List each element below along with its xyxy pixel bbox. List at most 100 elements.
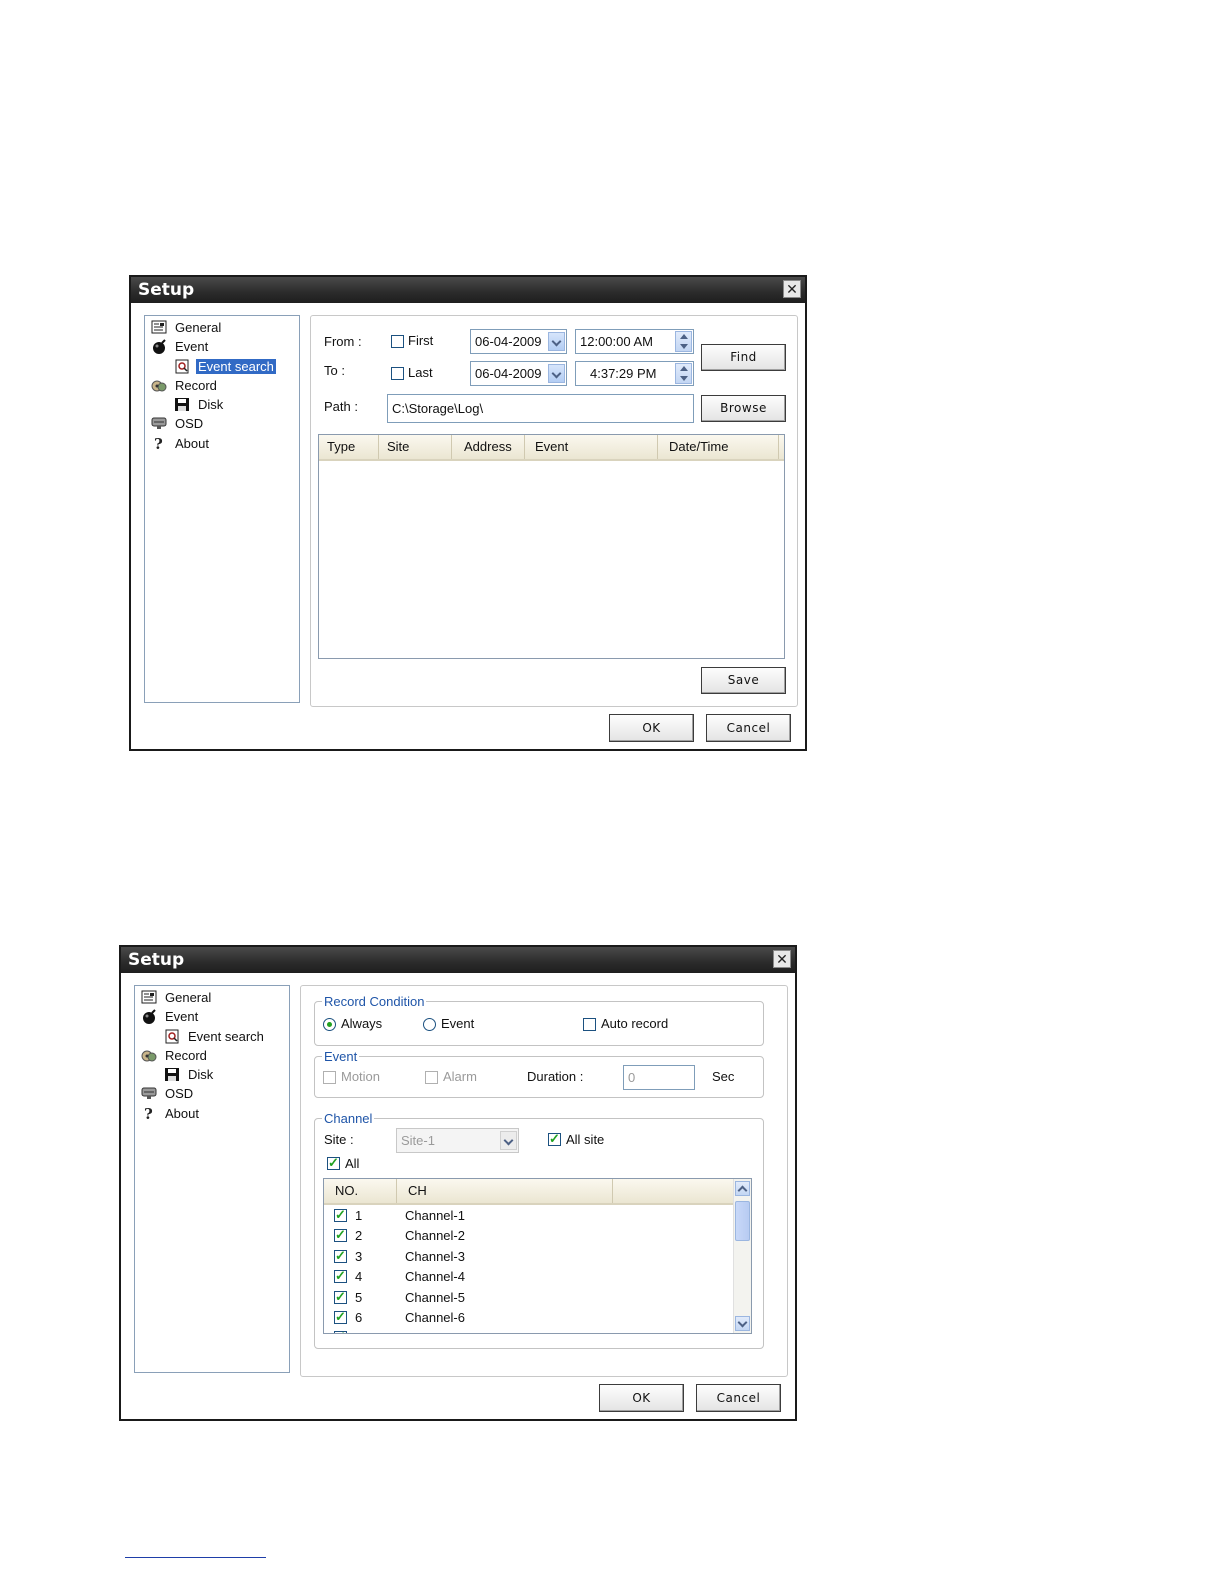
tree-label: About: [175, 435, 209, 451]
close-button[interactable]: ✕: [773, 950, 791, 968]
channel-checkbox[interactable]: [334, 1289, 347, 1305]
path-input[interactable]: C:\Storage\Log\: [387, 394, 694, 423]
browse-button[interactable]: Browse: [701, 395, 786, 422]
osd-monitor-icon: [151, 417, 167, 430]
from-time-spinner[interactable]: 12:00:00 AM: [575, 329, 694, 354]
event-search-icon: [175, 359, 189, 374]
scroll-thumb[interactable]: [735, 1201, 750, 1241]
tree-label: About: [165, 1105, 199, 1121]
event-group: Event Motion Alarm Duration : 0 Sec: [314, 1049, 764, 1098]
ok-button[interactable]: OK: [609, 714, 694, 742]
channel-no: 5: [355, 1290, 363, 1305]
list-item[interactable]: 5 Channel-5: [324, 1288, 751, 1308]
last-checkbox[interactable]: [391, 367, 404, 380]
chevron-down-icon[interactable]: [500, 1131, 517, 1150]
close-button[interactable]: ✕: [783, 280, 801, 298]
footnote-separator-line: [125, 1557, 266, 1558]
tree-item-osd[interactable]: OSD: [141, 1084, 195, 1102]
event-radio-label: Event: [441, 1016, 475, 1031]
settings-tree: General Event Event search Record Disk O…: [134, 985, 290, 1373]
column-type[interactable]: Type: [319, 435, 379, 459]
site-select[interactable]: Site-1: [396, 1128, 519, 1153]
tree-label: General: [165, 989, 212, 1005]
column-ch[interactable]: CH: [397, 1179, 613, 1203]
list-item[interactable]: 1 Channel-1: [324, 1206, 751, 1226]
list-item[interactable]: 6 Channel-6: [324, 1308, 751, 1328]
tree-item-record[interactable]: Record: [141, 1046, 209, 1064]
column-site[interactable]: Site: [379, 435, 452, 459]
channel-checkbox[interactable]: [334, 1309, 347, 1325]
to-time-spinner[interactable]: 4:37:29 PM: [575, 361, 694, 386]
auto-record-checkbox[interactable]: [583, 1018, 596, 1031]
event-results-list[interactable]: Type Site Address Event Date/Time: [318, 434, 785, 659]
floppy-disk-icon: [165, 1068, 179, 1082]
all-channels-checkbox[interactable]: [327, 1155, 340, 1171]
motion-checkbox[interactable]: [323, 1071, 336, 1084]
list-item[interactable]: 4 Channel-4: [324, 1267, 751, 1287]
title-bar[interactable]: Setup ✕: [121, 947, 795, 973]
tree-item-disk[interactable]: Disk: [174, 395, 225, 413]
event-radio[interactable]: [423, 1018, 436, 1031]
tree-item-osd[interactable]: OSD: [151, 414, 205, 432]
channel-legend: Channel: [324, 1111, 373, 1126]
scroll-up-icon[interactable]: [735, 1181, 750, 1196]
tree-label: General: [175, 319, 222, 335]
tree-item-event[interactable]: Event: [141, 1007, 200, 1025]
tree-item-about[interactable]: ? About: [151, 434, 211, 452]
always-radio[interactable]: [323, 1018, 336, 1031]
tree-item-record[interactable]: Record: [151, 376, 219, 394]
duration-input[interactable]: 0: [623, 1065, 695, 1090]
channel-name: Channel-3: [405, 1249, 465, 1264]
all-site-checkbox[interactable]: [548, 1131, 561, 1147]
tree-item-event-search[interactable]: Event search: [174, 357, 276, 375]
site-select-value: Site-1: [401, 1133, 435, 1148]
scroll-down-icon[interactable]: [735, 1316, 750, 1331]
event-bomb-icon: [153, 339, 166, 355]
channel-checkbox[interactable]: [334, 1227, 347, 1243]
event-group-legend: Event: [324, 1049, 358, 1064]
find-button[interactable]: Find: [701, 344, 786, 371]
about-question-icon: ?: [144, 1106, 153, 1121]
column-date-time[interactable]: Date/Time: [658, 435, 779, 459]
cancel-button[interactable]: Cancel: [696, 1384, 781, 1412]
channel-checkbox[interactable]: [334, 1248, 347, 1264]
general-icon: [151, 320, 167, 334]
channel-list[interactable]: NO. CH 1 Channel-1 2 Channel-2 3 Channel…: [323, 1178, 752, 1334]
list-item[interactable]: 3 Channel-3: [324, 1247, 751, 1267]
tree-item-disk[interactable]: Disk: [164, 1065, 215, 1083]
list-item[interactable]: 2 Channel-2: [324, 1226, 751, 1246]
chevron-down-icon[interactable]: [548, 364, 565, 383]
first-checkbox[interactable]: [391, 335, 404, 348]
save-button[interactable]: Save: [701, 667, 786, 694]
spin-arrows-icon[interactable]: [675, 363, 692, 384]
to-date-picker[interactable]: 06-04-2009: [470, 361, 567, 386]
alarm-checkbox[interactable]: [425, 1071, 438, 1084]
list-item-partial[interactable]: [324, 1328, 751, 1333]
record-icon: [141, 1050, 157, 1062]
from-date-value: 06-04-2009: [475, 334, 542, 349]
column-address[interactable]: Address: [452, 435, 525, 459]
tree-item-about[interactable]: ? About: [141, 1104, 201, 1122]
channel-checkbox[interactable]: [334, 1207, 347, 1223]
tree-item-general[interactable]: General: [141, 988, 213, 1006]
svg-text:?: ?: [154, 436, 163, 451]
ok-button[interactable]: OK: [599, 1384, 684, 1412]
channel-checkbox[interactable]: [334, 1329, 347, 1333]
channel-list-scrollbar[interactable]: [733, 1179, 751, 1333]
chevron-down-icon[interactable]: [548, 332, 565, 351]
cancel-button[interactable]: Cancel: [706, 714, 791, 742]
channel-checkbox[interactable]: [334, 1268, 347, 1284]
spin-arrows-icon[interactable]: [675, 331, 692, 352]
tree-item-general[interactable]: General: [151, 318, 223, 336]
tree-item-event[interactable]: Event: [151, 337, 210, 355]
from-date-picker[interactable]: 06-04-2009: [470, 329, 567, 354]
channel-no: 1: [355, 1208, 363, 1223]
column-no[interactable]: NO.: [324, 1179, 397, 1203]
title-bar[interactable]: Setup ✕: [131, 277, 805, 303]
tree-item-event-search[interactable]: Event search: [164, 1027, 266, 1045]
to-time-value: 4:37:29 PM: [590, 366, 657, 381]
list-header: NO. CH: [324, 1179, 735, 1205]
record-panel: Record Condition Always Event Auto recor…: [300, 985, 788, 1377]
column-event[interactable]: Event: [525, 435, 658, 459]
channel-name: Channel-5: [405, 1290, 465, 1305]
